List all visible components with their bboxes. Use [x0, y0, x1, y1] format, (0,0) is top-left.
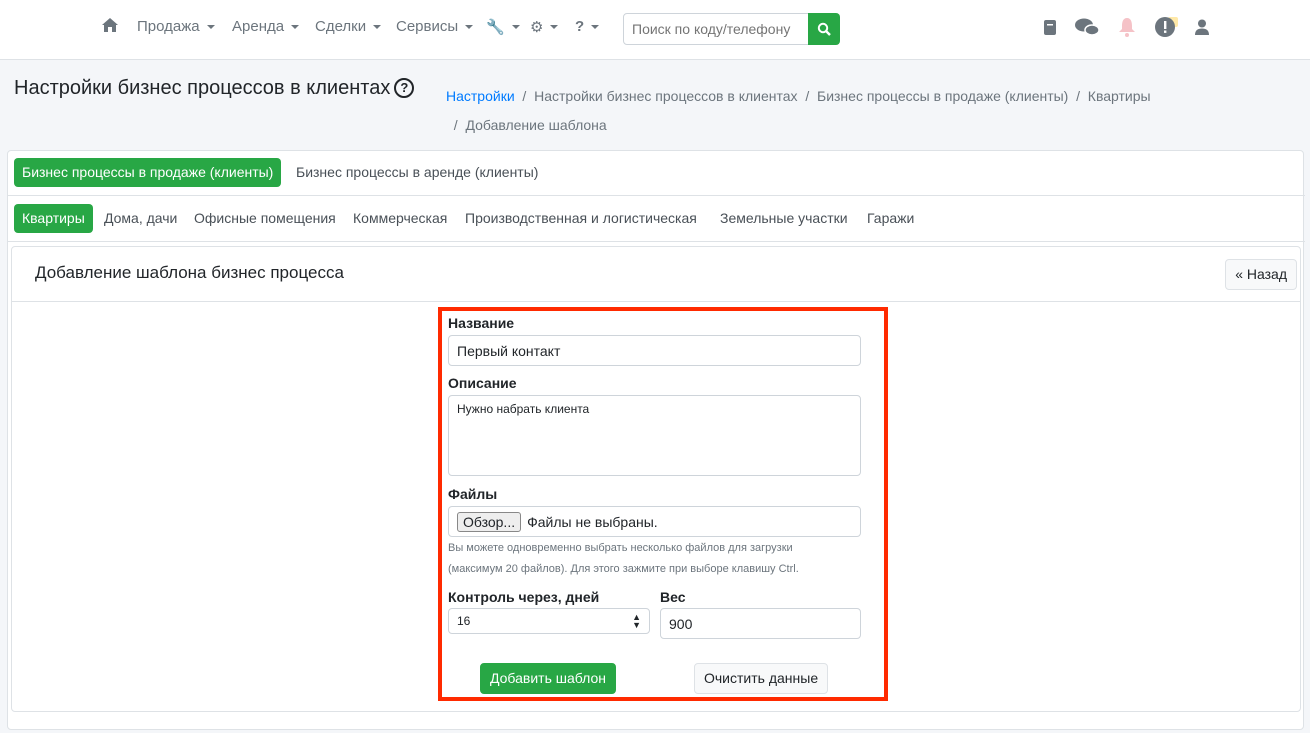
search-button[interactable]	[808, 13, 840, 45]
gear-icon[interactable]: ⚙	[530, 18, 559, 36]
search-input[interactable]	[623, 13, 809, 45]
file-status: Файлы не выбраны.	[527, 513, 658, 530]
weight-input[interactable]: 900	[660, 608, 861, 639]
tab-sale-processes[interactable]: Бизнес процессы в продаже (клиенты)	[14, 158, 282, 187]
tab-offices[interactable]: Офисные помещения	[186, 204, 344, 233]
user-icon[interactable]	[1192, 17, 1212, 37]
back-button[interactable]: « Назад	[1225, 259, 1297, 290]
tab-industrial[interactable]: Производственная и логистическая	[457, 204, 705, 233]
name-input[interactable]: Первый контакт	[448, 335, 861, 366]
nav-deals[interactable]: Сделки	[315, 18, 382, 35]
breadcrumb-item[interactable]: Квартиры	[1088, 88, 1151, 104]
select-arrows-icon: ▲ ▼	[632, 612, 641, 630]
tab-garages[interactable]: Гаражи	[859, 204, 922, 233]
nav-sale[interactable]: Продажа	[137, 18, 215, 35]
file-input[interactable]: Обзор... Файлы не выбраны.	[448, 506, 861, 537]
divider	[8, 241, 1305, 242]
nav-label: Сервисы	[396, 18, 459, 35]
home-icon[interactable]	[102, 18, 118, 32]
highlight-frame	[438, 307, 888, 701]
files-help: Вы можете одновременно выбрать несколько…	[448, 542, 793, 554]
help-menu-icon[interactable]: ?	[575, 18, 600, 35]
control-days-value: 16	[457, 614, 471, 628]
breadcrumb-settings[interactable]: Настройки	[446, 88, 515, 104]
page-title: Настройки бизнес процессов в клиентах?	[14, 77, 415, 100]
nav-label: Продажа	[137, 18, 200, 35]
control-days-label: Контроль через, дней	[448, 589, 600, 605]
question-circle-icon[interactable]: ?	[394, 77, 415, 98]
bell-icon[interactable]	[1117, 17, 1137, 37]
browse-button[interactable]: Обзор...	[457, 511, 522, 532]
nav-label: Сделки	[315, 18, 367, 35]
form-title: Добавление шаблона бизнес процесса	[35, 263, 344, 282]
search-icon	[817, 22, 831, 36]
add-template-button[interactable]: Добавить шаблон	[480, 663, 617, 694]
wrench-icon[interactable]: 🔧	[486, 18, 520, 36]
breadcrumb: Настройки / Настройки бизнес процессов в…	[446, 88, 1151, 133]
breadcrumb-item[interactable]: Настройки бизнес процессов в клиентах	[534, 88, 797, 104]
tab-commercial[interactable]: Коммерческая	[345, 204, 455, 233]
files-help: (максимум 20 файлов). Для этого зажмите …	[448, 563, 799, 575]
nav-services[interactable]: Сервисы	[396, 18, 474, 35]
files-label: Файлы	[448, 486, 498, 502]
name-label: Название	[448, 315, 515, 331]
tab-rent-processes[interactable]: Бизнес процессы в аренде (клиенты)	[288, 158, 546, 187]
book-icon[interactable]	[1040, 17, 1060, 37]
alert-icon[interactable]	[1155, 17, 1181, 37]
divider	[12, 301, 1300, 302]
clear-data-button[interactable]: Очистить данные	[694, 663, 829, 694]
description-label: Описание	[448, 375, 517, 391]
chat-icon[interactable]	[1075, 17, 1099, 37]
description-textarea[interactable]: Нужно набрать клиента	[448, 395, 861, 476]
tab-houses[interactable]: Дома, дачи	[96, 204, 185, 233]
nav-label: Аренда	[232, 18, 285, 35]
breadcrumb-item[interactable]: Бизнес процессы в продаже (клиенты)	[817, 88, 1068, 104]
tab-land[interactable]: Земельные участки	[712, 204, 856, 233]
tab-apartments[interactable]: Квартиры	[14, 204, 93, 233]
divider	[8, 195, 1305, 196]
breadcrumb-current: Добавление шаблона	[465, 117, 607, 133]
top-navbar: Продажа Аренда Сделки Сервисы 🔧 ⚙ ?	[0, 0, 1310, 60]
control-days-select[interactable]: 16 ▲ ▼	[448, 608, 650, 634]
nav-rent[interactable]: Аренда	[232, 18, 300, 35]
page-title-text: Настройки бизнес процессов в клиентах	[14, 77, 391, 99]
weight-label: Вес	[660, 589, 686, 605]
